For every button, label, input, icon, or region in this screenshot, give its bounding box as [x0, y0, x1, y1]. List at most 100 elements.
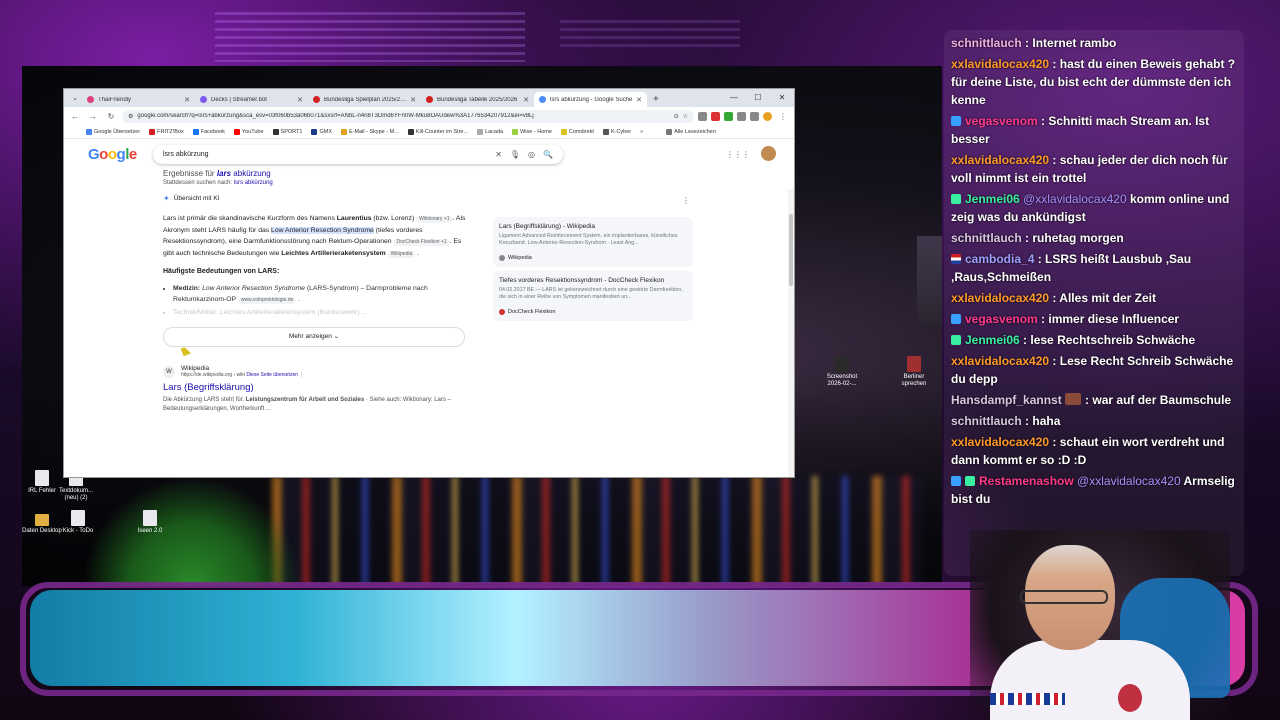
minimize-icon[interactable]: —	[722, 89, 746, 107]
more-options-icon[interactable]: ⋮	[299, 372, 304, 378]
bookmark-item[interactable]: Wise - Home	[512, 128, 552, 135]
apps-grid-icon[interactable]: ⋮⋮⋮	[726, 150, 750, 159]
highlight-text: Low Anterior Resection Syndrome	[271, 226, 374, 234]
tab-bundesliga-spielplan[interactable]: Bundesliga Spielplan 2025/2026 ✕	[308, 92, 421, 107]
desktop-icon-iseen[interactable]: Iseen 2.0	[130, 510, 170, 535]
browser-window: ⌄ ThaiFriendly ✕ Decks | Streamer.bot ✕ …	[63, 88, 795, 478]
source-chip[interactable]: Wiktionary +1	[416, 216, 453, 223]
tab-decks-streamerbot[interactable]: Decks | Streamer.bot ✕	[195, 92, 308, 107]
bookmark-item[interactable]: SPORT1	[272, 128, 302, 135]
list-item: Technik/Militär: Leichtes Artillerierake…	[173, 307, 468, 318]
bookmark-item[interactable]: FRITZ!Box	[149, 128, 184, 135]
close-tab-icon[interactable]: ✕	[636, 96, 642, 104]
shirt-stripe	[990, 693, 1065, 705]
overlay-decoration	[560, 20, 740, 50]
extension-icon[interactable]	[711, 111, 720, 121]
search-results: Ergebnisse für lars abkürzung Stattdesse…	[163, 169, 723, 414]
bookmark-item[interactable]: Kill-Counter im Stre...	[407, 128, 468, 135]
google-favicon-icon	[539, 96, 546, 103]
document-icon	[71, 510, 85, 526]
badge-icon	[951, 116, 961, 126]
source-card[interactable]: Lars (Begriffsklärung) - Wikipedia Ligam…	[493, 217, 693, 267]
chat-message: Hansdampf_kannst : war auf der Baumschul…	[951, 393, 1232, 407]
bookmark-item[interactable]: YouTube	[233, 128, 264, 135]
clear-icon[interactable]: ✕	[495, 150, 502, 159]
desktop-icon-daten-desktop[interactable]: Daten Desktop	[22, 510, 62, 535]
bookmark-star-icon[interactable]: ☆	[683, 113, 688, 120]
extensions-puzzle-icon[interactable]	[750, 111, 759, 121]
back-icon[interactable]: ←	[68, 112, 82, 121]
bookmark-item[interactable]: Comdirekt	[560, 128, 594, 135]
desktop-icon-screenshot[interactable]: Screenshot 2026-02-...	[822, 356, 862, 388]
bookmark-item[interactable]: E-Mail - Skype - M...	[340, 128, 399, 135]
reload-icon[interactable]: ↻	[104, 112, 118, 121]
show-more-button[interactable]: Mehr anzeigen ⌄	[163, 327, 465, 347]
image-icon	[835, 356, 849, 372]
extension-icon[interactable]	[737, 111, 746, 121]
source-chip[interactable]: Wikipedia	[387, 250, 416, 258]
overlay-decoration	[215, 12, 525, 62]
streamer-shirt	[990, 640, 1190, 720]
ai-overview-list: Medizin: Low Anterior Resection Syndrome…	[163, 283, 468, 318]
search-icon[interactable]: 🔍	[543, 150, 553, 159]
avatar[interactable]	[761, 146, 776, 161]
bookmark-item[interactable]: Lacada	[477, 128, 503, 135]
location-icon[interactable]: ⊙	[674, 113, 679, 120]
flag-icon	[951, 254, 961, 264]
bookmark-item[interactable]: Facebook	[192, 128, 225, 135]
chat-message: schnittlauch : Internet rambo	[951, 36, 1117, 50]
bookmarks-overflow-icon[interactable]: »	[640, 129, 643, 135]
microphone-icon[interactable]: 🎙	[510, 150, 520, 159]
maximize-icon[interactable]: ☐	[746, 89, 770, 107]
forward-icon[interactable]: →	[86, 112, 100, 121]
google-logo[interactable]: Google	[88, 146, 137, 163]
new-tab-button[interactable]: +	[647, 92, 665, 107]
all-bookmarks[interactable]: Alle Lesezeichen	[666, 128, 716, 135]
extension-icon[interactable]	[698, 111, 707, 121]
chat-panel: schnittlauch : Internet rambo xxlavidalo…	[944, 30, 1244, 576]
google-search-input[interactable]: lsrs abkürzung ✕ 🎙 ◎ 🔍	[153, 145, 563, 164]
tab-thaifriendly[interactable]: ThaiFriendly ✕	[82, 92, 195, 107]
extension-icon[interactable]	[724, 111, 733, 121]
close-tab-icon[interactable]: ✕	[410, 96, 416, 104]
desktop-icon-kick-todo[interactable]: Kick - ToDo	[58, 510, 98, 535]
chat-message: Jenmei06 : lese Rechtschreib Schwäche	[951, 331, 1236, 349]
source-card[interactable]: Tiefes vorderes Resektionssyndrom - DocC…	[493, 271, 693, 321]
corrected-query-link[interactable]: lars	[217, 169, 231, 178]
search-instead-link[interactable]: lsrs abkürzung	[234, 180, 273, 186]
glasses-icon	[1020, 590, 1108, 604]
document-icon	[35, 470, 49, 486]
favicon-icon	[426, 96, 433, 103]
bookmark-item[interactable]: GMX	[311, 128, 332, 135]
result-site: W Wikipedia https://de.wikipedia.org › w…	[163, 365, 723, 378]
close-tab-icon[interactable]: ✕	[184, 96, 190, 104]
chat-message: Jenmei06 @xxlavidalocax420 komm online u…	[951, 192, 1230, 224]
translate-page-link[interactable]: Diese Seite übersetzen	[246, 372, 298, 378]
result-title-link[interactable]: Lars (Begriffsklärung)	[163, 382, 723, 393]
close-tab-icon[interactable]: ✕	[523, 96, 529, 104]
source-chip[interactable]: www.coloproktologie.de	[237, 297, 297, 304]
tab-search-icon[interactable]: ⌄	[68, 91, 82, 107]
ai-overview-header: ✦ Übersicht mit KI	[163, 194, 220, 203]
site-info-icon[interactable]: ⚙	[128, 113, 133, 120]
desktop-icon-berliner-sprechen[interactable]: Berliner sprechen	[894, 356, 934, 388]
bookmark-item[interactable]: K-Cyber	[602, 128, 631, 135]
bookmark-item[interactable]: Google Übersetzer	[86, 128, 140, 135]
chat-message: xxlavidalocax420 : hast du einen Beweis …	[951, 57, 1236, 107]
tab-bundesliga-tabelle[interactable]: Bundesliga Tabelle 2025/2026 ✕	[421, 92, 534, 107]
more-options-icon[interactable]: ⋮	[682, 196, 690, 205]
menu-kebab-icon[interactable]: ⋮	[776, 112, 790, 121]
address-bar[interactable]: ⚙ google.com/search?q=lsrs+abkürzung&sca…	[122, 109, 694, 123]
tab-google-search[interactable]: lsrs abkürzung - Google Suche ✕	[534, 92, 647, 107]
badge-icon	[951, 314, 961, 324]
app-icon	[907, 356, 921, 372]
close-tab-icon[interactable]: ✕	[297, 96, 303, 104]
lens-camera-icon[interactable]: ◎	[528, 150, 535, 159]
favicon-icon	[313, 96, 320, 103]
close-window-icon[interactable]: ✕	[770, 89, 794, 107]
source-chip[interactable]: DocCheck Flexikon +1	[393, 239, 450, 246]
folder-icon	[35, 514, 49, 526]
scrollbar-thumb[interactable]	[789, 214, 793, 286]
tab-bar: ⌄ ThaiFriendly ✕ Decks | Streamer.bot ✕ …	[64, 89, 794, 107]
profile-avatar[interactable]	[763, 111, 772, 121]
